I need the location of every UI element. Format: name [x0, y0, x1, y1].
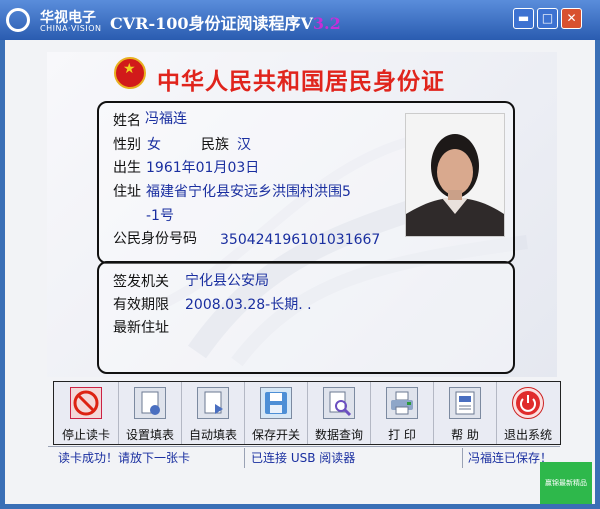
exit-button[interactable]: 退出系统: [497, 382, 559, 444]
maximize-button[interactable]: □: [537, 8, 558, 29]
auto-fill-label: 自动填表: [188, 428, 237, 442]
data-query-button[interactable]: 数据查询: [308, 382, 370, 444]
birth-value: 1961年01月03日: [146, 160, 260, 176]
name-value: 冯福连: [145, 111, 187, 127]
help-label: 帮 助: [451, 428, 479, 442]
save-toggle-label: 保存开关: [251, 428, 300, 442]
holder-portrait-icon: [406, 114, 504, 236]
sex-value: 女: [147, 137, 161, 153]
auto-fill-button[interactable]: 自动填表: [182, 382, 244, 444]
client-area: ★ 中华人民共和国居民身份证 姓名 冯福连 性别 女 民族 汉 出生 1961年…: [5, 40, 595, 504]
national-emblem-icon: ★: [114, 57, 146, 89]
save-toggle-button[interactable]: 保存开关: [245, 382, 307, 444]
window-title-main: CVR-100身份证阅读程序V: [110, 14, 313, 33]
id-number-label: 公民身份号码: [113, 231, 197, 247]
status-divider: [462, 448, 463, 468]
validity-label: 有效期限: [113, 297, 169, 313]
window-title-version: 3.2: [312, 14, 341, 33]
birth-label: 出生: [113, 160, 141, 176]
printer-icon: [386, 387, 418, 419]
auto-fill-icon: [197, 387, 229, 419]
authority-label: 签发机关: [113, 274, 169, 290]
title-bar[interactable]: 华视电子 CHINA·VISION CVR-100身份证阅读程序V3.2 ▬ □…: [0, 0, 600, 40]
save-floppy-icon: [260, 387, 292, 419]
help-button[interactable]: 帮 助: [434, 382, 496, 444]
status-bar: 读卡成功！请放下一张卡 已连接 USB 阅读器 冯福连已保存！: [48, 446, 560, 469]
data-query-label: 数据查询: [314, 428, 363, 442]
name-label: 姓名: [113, 113, 141, 129]
ethnicity-value: 汉: [237, 137, 251, 153]
read-status-text: 读卡成功！请放下一张卡: [58, 451, 191, 465]
window-title: CVR-100身份证阅读程序V3.2: [110, 10, 341, 34]
device-status-text: 已连接 USB 阅读器: [251, 451, 356, 465]
card-title: 中华人民共和国居民身份证: [157, 68, 445, 95]
status-divider: [244, 448, 245, 468]
toolbar: 停止读卡 设置填表 自动填表 保存开关 数据查询 打 印 帮 助 退出系统: [53, 381, 561, 445]
form-settings-label: 设置填表: [125, 428, 174, 442]
company-logo: 华视电子 CHINA·VISION: [6, 4, 104, 36]
print-button[interactable]: 打 印: [371, 382, 433, 444]
exit-power-icon: [512, 387, 544, 419]
logo-mark-icon: [6, 8, 30, 32]
close-button[interactable]: ✕: [561, 8, 582, 29]
latest-address-label: 最新住址: [113, 320, 169, 336]
exit-label: 退出系统: [503, 428, 552, 442]
sex-label: 性别: [113, 137, 141, 153]
stop-read-icon: [70, 387, 102, 419]
minimize-button[interactable]: ▬: [513, 8, 534, 29]
authority-value: 宁化县公安局: [185, 273, 269, 289]
emblem-star-icon: ★: [123, 61, 136, 77]
search-magnifier-icon: [323, 387, 355, 419]
logo-english-text: CHINA·VISION: [40, 24, 102, 33]
app-window: 华视电子 CHINA·VISION CVR-100身份证阅读程序V3.2 ▬ □…: [0, 0, 600, 509]
ethnicity-label: 民族: [201, 137, 229, 153]
validity-value: 2008.03.28-长期. .: [185, 297, 312, 313]
stop-read-button[interactable]: 停止读卡: [54, 382, 118, 444]
holder-photo: [405, 113, 505, 237]
address-label: 住址: [113, 184, 141, 200]
print-label: 打 印: [388, 428, 416, 442]
form-settings-icon: [134, 387, 166, 419]
corner-badge[interactable]: 赢锦最新精品: [540, 462, 592, 504]
address-line2: -1号: [146, 208, 174, 224]
id-number-value: 350424196101031667: [220, 232, 381, 248]
form-settings-button[interactable]: 设置填表: [119, 382, 181, 444]
stop-read-label: 停止读卡: [61, 428, 110, 442]
address-line1: 福建省宁化县安远乡洪围村洪围5: [146, 184, 351, 200]
help-document-icon: [449, 387, 481, 419]
